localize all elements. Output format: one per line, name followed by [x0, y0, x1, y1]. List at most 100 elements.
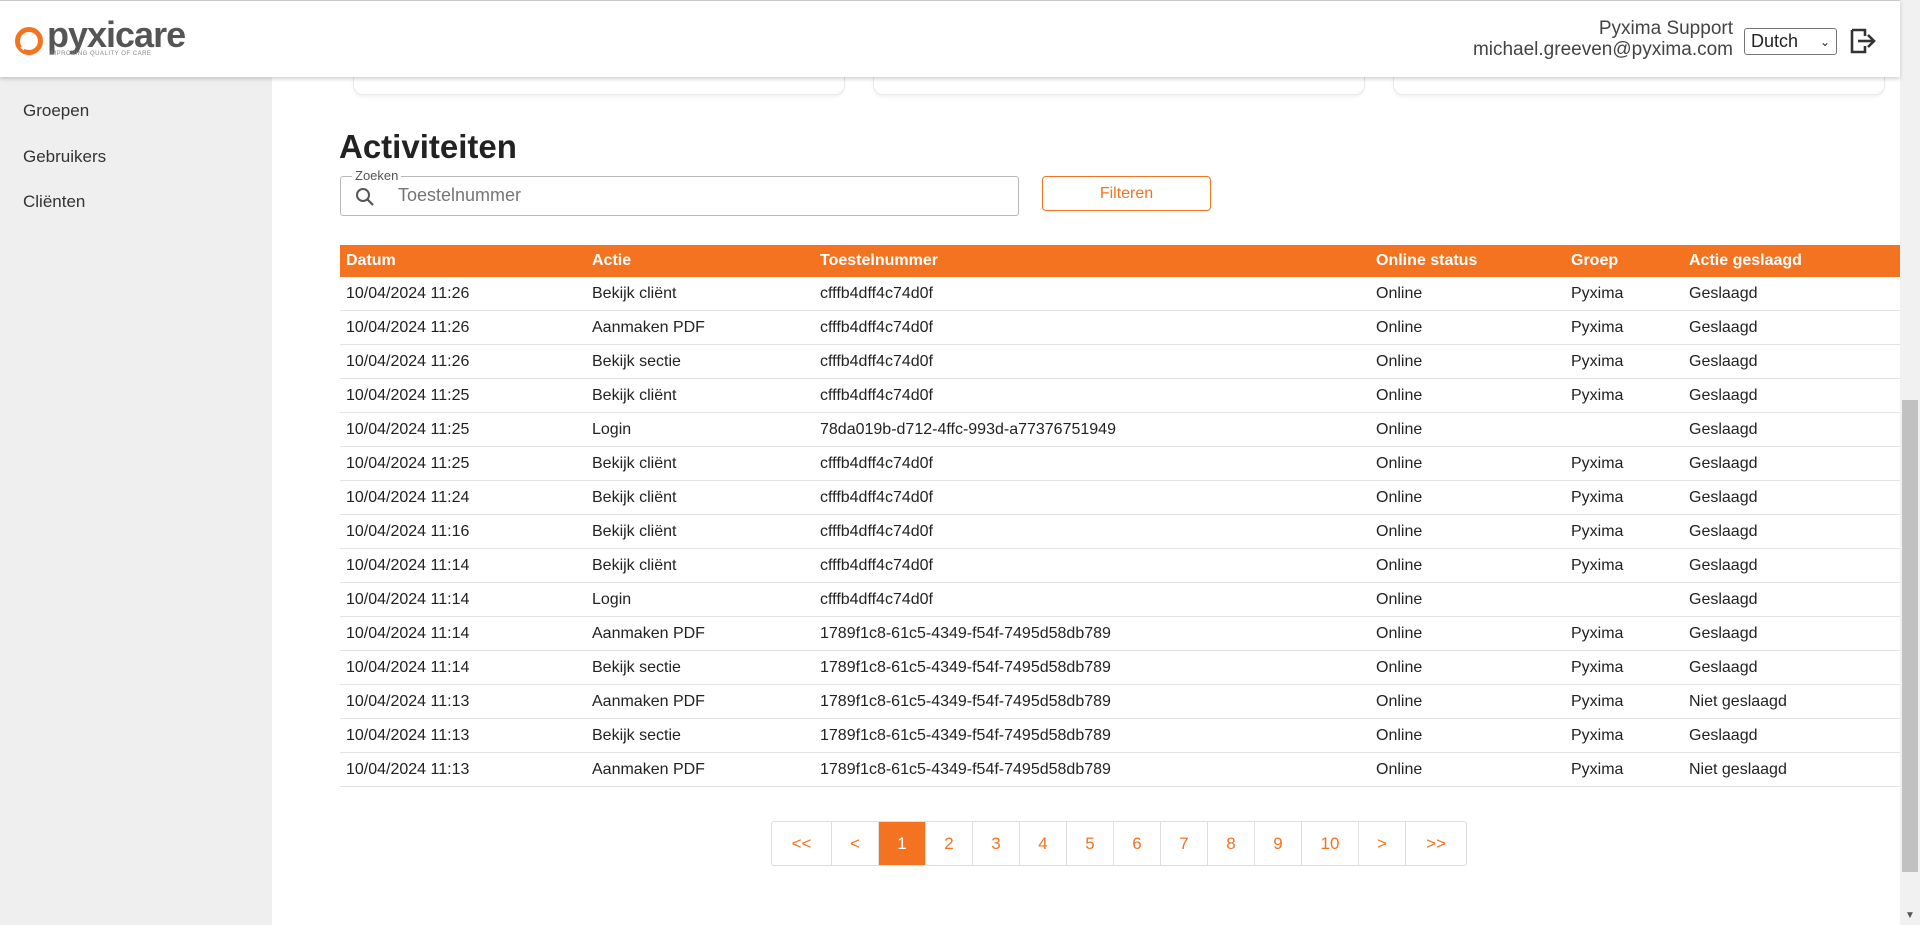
page-button-10[interactable]: 10	[1302, 822, 1359, 865]
language-select[interactable]: Dutch ⌄	[1744, 28, 1837, 55]
cell-datum: 10/04/2024 11:25	[346, 386, 470, 404]
cell-online-status: Online	[1376, 692, 1423, 710]
cell-online-status: Online	[1376, 556, 1423, 574]
cell-groep: Pyxima	[1571, 692, 1624, 710]
cell-online-status: Online	[1376, 726, 1423, 744]
cell-online-status: Online	[1376, 760, 1423, 778]
cell-datum: 10/04/2024 11:13	[346, 692, 470, 710]
table-row[interactable]: 10/04/2024 11:13 Aanmaken PDF 1789f1c8-61c…	[340, 685, 1900, 719]
page-button-7[interactable]: 7	[1161, 822, 1208, 865]
header-online-status[interactable]: Online status	[1376, 245, 1477, 277]
user-email: michael.greeven@pyxima.com	[1472, 39, 1733, 60]
activity-table: Datum Actie Toestelnummer Online status …	[340, 245, 1900, 787]
scrollbar[interactable]: ▼	[1900, 0, 1920, 925]
header-actie[interactable]: Actie	[592, 245, 631, 277]
table-header: Datum Actie Toestelnummer Online status …	[340, 245, 1900, 277]
cell-online-status: Online	[1376, 352, 1423, 370]
header-groep[interactable]: Groep	[1571, 245, 1618, 277]
logo-wordmark: pyxicare	[47, 14, 186, 55]
cell-toestelnummer: 1789f1c8-61c5-4349-f54f-7495d58db789	[820, 726, 1111, 744]
table-row[interactable]: 10/04/2024 11:16 Bekijk cliënt cfffb4dff4c…	[340, 515, 1900, 549]
cell-actie: Aanmaken PDF	[592, 692, 705, 710]
table-row[interactable]: 10/04/2024 11:26 Aanmaken PDF cfffb4dff4c7…	[340, 311, 1900, 345]
cell-actie-geslaagd: Geslaagd	[1689, 420, 1758, 438]
table-row[interactable]: 10/04/2024 11:13 Bekijk sectie 1789f1c8-61…	[340, 719, 1900, 753]
cell-datum: 10/04/2024 11:25	[346, 454, 470, 472]
page-button-5[interactable]: 5	[1067, 822, 1114, 865]
cell-toestelnummer: cfffb4dff4c74d0f	[820, 284, 933, 302]
cell-actie: Aanmaken PDF	[592, 624, 705, 642]
sidebar-item-clienten[interactable]: Cliënten	[23, 192, 85, 212]
page-button-2[interactable]: 2	[926, 822, 973, 865]
page-title: Activiteiten	[339, 128, 517, 165]
language-value: Dutch	[1751, 31, 1799, 51]
sidebar-item-gebruikers[interactable]: Gebruikers	[23, 147, 106, 167]
cell-actie: Aanmaken PDF	[592, 760, 705, 778]
page-button-3[interactable]: 3	[973, 822, 1020, 865]
cell-toestelnummer: cfffb4dff4c74d0f	[820, 590, 933, 608]
cell-groep: Pyxima	[1571, 726, 1624, 744]
logo-tagline: IMPROVING QUALITY OF CARE	[49, 51, 152, 57]
cell-toestelnummer: cfffb4dff4c74d0f	[820, 318, 933, 336]
user-info: Pyxima Support michael.greeven@pyxima.co…	[1473, 18, 1733, 60]
cell-actie-geslaagd: Geslaagd	[1689, 386, 1758, 404]
header-toestelnummer[interactable]: Toestelnummer	[820, 245, 938, 277]
table-row[interactable]: 10/04/2024 11:25 Bekijk cliënt cfffb4dff4c…	[340, 379, 1900, 413]
header-actie-geslaagd[interactable]: Actie geslaagd	[1689, 245, 1802, 277]
table-row[interactable]: 10/04/2024 11:14 Bekijk cliënt cfffb4dff4c…	[340, 549, 1900, 583]
cell-online-status: Online	[1376, 420, 1423, 438]
cell-actie: Bekijk sectie	[592, 658, 681, 676]
scroll-down-arrow-icon[interactable]: ▼	[1905, 910, 1915, 921]
cell-datum: 10/04/2024 11:24	[346, 488, 470, 506]
chevron-down-icon: ⌄	[1819, 34, 1830, 49]
cell-groep: Pyxima	[1571, 488, 1624, 506]
sidebar-item-groepen[interactable]: Groepen	[23, 101, 89, 121]
cell-groep: Pyxima	[1571, 522, 1624, 540]
cell-toestelnummer: 1789f1c8-61c5-4349-f54f-7495d58db789	[820, 692, 1111, 710]
cell-actie: Bekijk cliënt	[592, 556, 677, 574]
page-button-8[interactable]: 8	[1208, 822, 1255, 865]
table-row[interactable]: 10/04/2024 11:14 Login cfffb4dff4c74d0f Onl…	[340, 583, 1900, 617]
cell-toestelnummer: 1789f1c8-61c5-4349-f54f-7495d58db789	[820, 658, 1111, 676]
sidebar: Groepen Gebruikers Cliënten	[0, 77, 272, 925]
cell-actie: Bekijk cliënt	[592, 284, 677, 302]
cell-datum: 10/04/2024 11:16	[346, 522, 470, 540]
last-page-button[interactable]: >>	[1406, 822, 1466, 865]
table-row[interactable]: 10/04/2024 11:14 Bekijk sectie 1789f1c8-61…	[340, 651, 1900, 685]
page-button-4[interactable]: 4	[1020, 822, 1067, 865]
next-page-button[interactable]: >	[1359, 822, 1406, 865]
table-body: 10/04/2024 11:26 Bekijk cliënt cfffb4dff4c…	[340, 277, 1900, 787]
cell-datum: 10/04/2024 11:14	[346, 590, 470, 608]
scrollbar-thumb[interactable]	[1902, 400, 1918, 872]
pagination: << <1 2 3 4 5 6 7 8 9 10 > >>	[771, 821, 1467, 866]
cell-groep: Pyxima	[1571, 284, 1624, 302]
cell-online-status: Online	[1376, 658, 1423, 676]
cell-groep: Pyxima	[1571, 556, 1624, 574]
first-page-button[interactable]: <<	[772, 822, 832, 865]
table-row[interactable]: 10/04/2024 11:14 Aanmaken PDF 1789f1c8-61c…	[340, 617, 1900, 651]
header-datum[interactable]: Datum	[346, 245, 396, 277]
table-row[interactable]: 10/04/2024 11:26 Bekijk sectie cfffb4dff4c…	[340, 345, 1900, 379]
filter-button[interactable]: Filteren	[1042, 176, 1211, 211]
cell-datum: 10/04/2024 11:13	[346, 726, 470, 744]
page-button-1[interactable]: 1	[879, 822, 926, 865]
search-field[interactable]: Zoeken	[340, 168, 1019, 216]
pyxicare-logo[interactable]: pyxicare IMPROVING QUALITY OF CARE	[15, 14, 186, 57]
cell-groep: Pyxima	[1571, 352, 1624, 370]
logout-icon[interactable]	[1848, 27, 1876, 55]
table-row[interactable]: 10/04/2024 11:25 Login 78da019b-d712-4ffc-…	[340, 413, 1900, 447]
search-input[interactable]	[398, 185, 958, 206]
previous-page-button[interactable]: <	[832, 822, 879, 865]
cell-toestelnummer: cfffb4dff4c74d0f	[820, 522, 933, 540]
table-row[interactable]: 10/04/2024 11:24 Bekijk cliënt cfffb4dff4c…	[340, 481, 1900, 515]
page-button-9[interactable]: 9	[1255, 822, 1302, 865]
table-row[interactable]: 10/04/2024 11:13 Aanmaken PDF 1789f1c8-61c…	[340, 753, 1900, 787]
page-button-6[interactable]: 6	[1114, 822, 1161, 865]
table-row[interactable]: 10/04/2024 11:26 Bekijk cliënt cfffb4dff4c…	[340, 277, 1900, 311]
cell-toestelnummer: cfffb4dff4c74d0f	[820, 352, 933, 370]
cell-online-status: Online	[1376, 488, 1423, 506]
cell-online-status: Online	[1376, 284, 1423, 302]
cell-actie: Aanmaken PDF	[592, 318, 705, 336]
table-row[interactable]: 10/04/2024 11:25 Bekijk cliënt cfffb4dff4c…	[340, 447, 1900, 481]
summary-card	[353, 77, 845, 95]
